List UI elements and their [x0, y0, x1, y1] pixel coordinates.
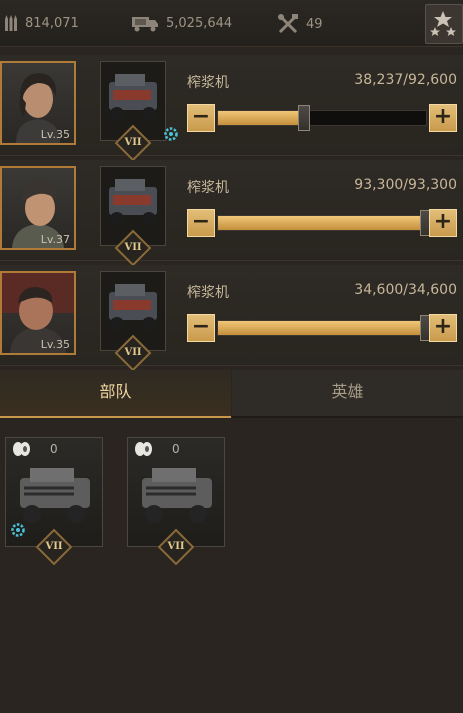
- increase-button[interactable]: +: [429, 209, 457, 237]
- armored-truck-icon: [109, 74, 157, 121]
- decrease-button[interactable]: −: [187, 209, 215, 237]
- troop-count: 34,600/34,600: [354, 282, 457, 298]
- increase-button[interactable]: +: [429, 314, 457, 342]
- troop-card[interactable]: 0 VII: [5, 437, 103, 566]
- armored-truck-icon: [20, 468, 90, 523]
- armored-truck-icon: [109, 284, 157, 331]
- slider-handle[interactable]: [297, 105, 310, 131]
- ammo-icon: [5, 15, 17, 31]
- stars-icon: [430, 11, 456, 36]
- assignment-row: Lv.35 VII 榨浆机 34,600/34,600 − +: [0, 265, 463, 372]
- hero-level: Lv.37: [40, 233, 70, 246]
- troop-slider[interactable]: [217, 210, 432, 236]
- troop-card-count: 0: [172, 442, 180, 456]
- troop-slider[interactable]: [217, 315, 432, 341]
- assignment-row: Lv.37 VII 榨浆机 93,300/93,300 − +: [0, 160, 463, 267]
- gear-badge-icon: [11, 523, 25, 537]
- tire-icon: [13, 442, 30, 456]
- hero-level: Lv.35: [40, 128, 70, 141]
- ammo-value: 814,071: [25, 15, 79, 31]
- slider-fill: [218, 111, 304, 125]
- troop-stepper: − +: [187, 314, 457, 342]
- cargo-resource: 5,025,644: [131, 14, 232, 32]
- tools-value: 49: [306, 16, 323, 32]
- hero-portrait[interactable]: Lv.37: [0, 166, 76, 250]
- troop-count: 93,300/93,300: [354, 177, 457, 193]
- troop-stepper: − +: [187, 104, 457, 132]
- tire-icon: [135, 442, 152, 456]
- resource-bar: 814,071 5,025,644 49: [0, 0, 463, 47]
- increase-button[interactable]: +: [429, 104, 457, 132]
- troop-count: 38,237/92,600: [354, 72, 457, 88]
- vehicle-name: 榨浆机: [187, 285, 229, 301]
- troop-card[interactable]: 0 VII: [127, 437, 225, 566]
- tier-badge: VII: [157, 528, 195, 566]
- tools-icon: [278, 14, 298, 34]
- category-tabs: 部队 英雄: [0, 370, 463, 418]
- tier-badge: VII: [35, 528, 73, 566]
- vehicle-card[interactable]: VII: [100, 271, 166, 372]
- stars-button[interactable]: [425, 4, 463, 44]
- cargo-value: 5,025,644: [166, 15, 233, 31]
- hero-portrait[interactable]: Lv.35: [0, 271, 76, 355]
- armored-truck-icon: [142, 468, 212, 523]
- decrease-button[interactable]: −: [187, 314, 215, 342]
- vehicle-card[interactable]: VII: [100, 166, 166, 267]
- troop-card-count: 0: [50, 442, 58, 456]
- tab-heroes[interactable]: 英雄: [232, 370, 463, 418]
- gear-badge-icon: [164, 127, 178, 141]
- vehicle-name: 榨浆机: [187, 180, 229, 196]
- troop-stepper: − +: [187, 209, 457, 237]
- decrease-button[interactable]: −: [187, 104, 215, 132]
- vehicle-card[interactable]: VII: [100, 61, 178, 162]
- truck-icon: [132, 17, 158, 32]
- armored-truck-icon: [109, 179, 157, 226]
- slider-fill: [218, 321, 426, 335]
- vehicle-name: 榨浆机: [187, 75, 229, 91]
- hero-level: Lv.35: [40, 338, 70, 351]
- hero-portrait[interactable]: Lv.35: [0, 61, 76, 145]
- slider-fill: [218, 216, 426, 230]
- troop-slider[interactable]: [217, 105, 427, 131]
- tab-troops[interactable]: 部队: [0, 370, 231, 418]
- ammo-resource: 814,071: [4, 14, 79, 32]
- tools-resource: 49: [277, 14, 323, 34]
- assignment-row: Lv.35 VII 榨浆机 38,237/92,600 − +: [0, 55, 463, 162]
